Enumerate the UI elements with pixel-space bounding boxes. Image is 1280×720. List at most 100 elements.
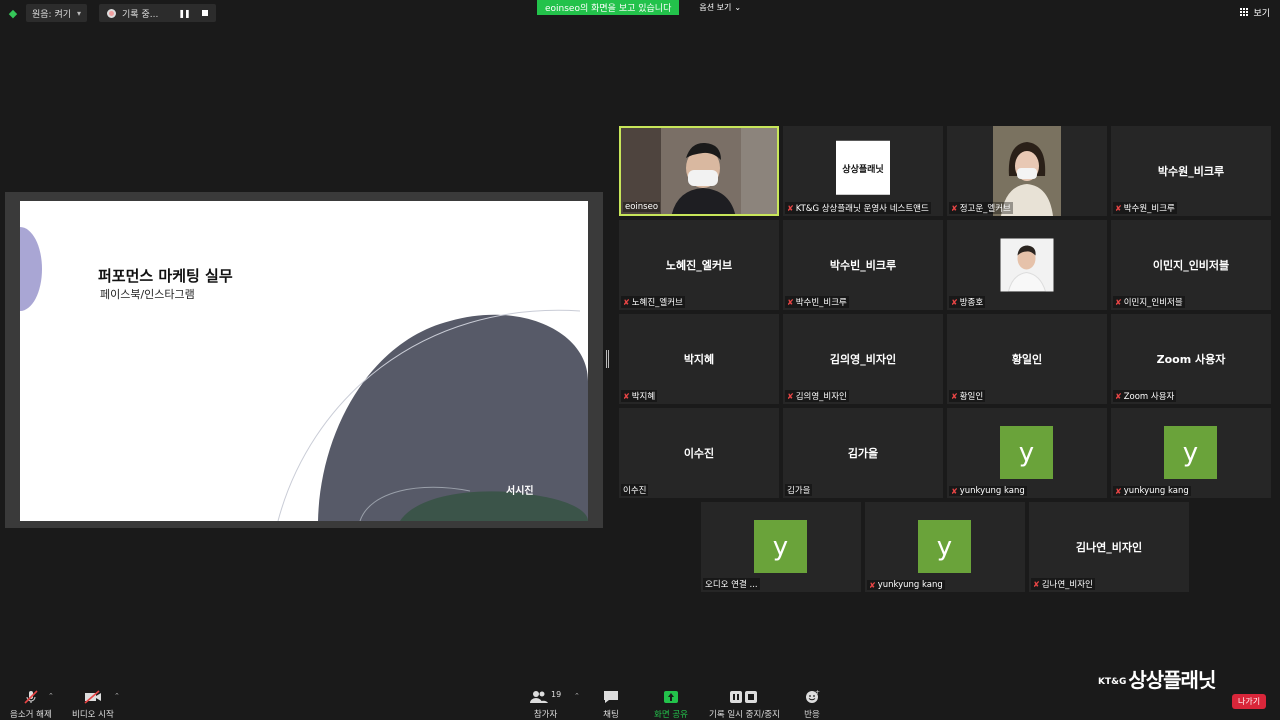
participant-name: yunkyung kang [959, 486, 1025, 496]
microphone-muted-icon: ✘ [787, 391, 794, 401]
reactions-button[interactable]: + 반응 [804, 688, 820, 720]
gallery-view-button[interactable]: 보기 [1240, 6, 1270, 19]
share-banner: eoinseo의 화면을 보고 있습니다 [537, 0, 680, 15]
slide-decoration [20, 227, 588, 521]
chat-button[interactable]: 채팅 [603, 688, 619, 720]
participant-tile[interactable]: 박지혜 ✘ 박지혜 [619, 314, 779, 404]
participant-tile[interactable]: 박수빈_비크루 ✘ 박수빈_비크루 [783, 220, 943, 310]
participant-tile[interactable]: ✘ 방종호 [947, 220, 1107, 310]
participant-tile[interactable]: y ✘ yunkyung kang [1111, 408, 1271, 498]
pause-icon[interactable]: ❚❚ [178, 9, 190, 18]
participant-display-name: 박수빈_비크루 [829, 259, 897, 272]
smiley-icon: + [804, 688, 820, 706]
participant-tile[interactable]: 이민지_인비저블 ✘ 이민지_인비저블 [1111, 220, 1271, 310]
stop-icon[interactable] [201, 10, 208, 16]
chevron-down-icon: ⌄ [734, 3, 742, 12]
gallery-view-label: 보기 [1253, 9, 1270, 19]
profile-photo [1000, 238, 1054, 292]
participant-tile[interactable]: 김가을 김가을 [783, 408, 943, 498]
participant-name: 박수원_비크루 [1123, 204, 1175, 214]
resize-handle[interactable] [606, 350, 609, 368]
original-audio-label: 원음: 켜기 [32, 9, 72, 20]
participant-display-name: 박수원_비크루 [1157, 165, 1225, 178]
participant-name: yunkyung kang [1123, 486, 1189, 496]
microphone-muted-icon: ✘ [787, 203, 794, 213]
video-off-icon [84, 688, 102, 706]
microphone-muted-icon [23, 688, 39, 706]
view-options-button[interactable]: 옵션 보기 ⌄ [689, 0, 752, 15]
participant-display-name: 노혜진_엘커브 [665, 259, 733, 272]
participant-tile[interactable]: y ✘ yunkyung kang [947, 408, 1107, 498]
participant-avatar: y [918, 520, 971, 573]
reactions-label: 반응 [804, 710, 820, 720]
presentation-slide: 퍼포먼스 마케팅 실무 페이스북/인스타그램 서시진 [20, 201, 588, 521]
participant-name: 오디오 연결 ... [705, 580, 758, 590]
participant-display-name: 황일인 [1011, 353, 1043, 366]
shared-screen: 퍼포먼스 마케팅 실무 페이스북/인스타그램 서시진 [5, 192, 603, 528]
participant-tile[interactable]: ✘ 정고운_엘커브 [947, 126, 1107, 216]
audio-options-caret[interactable]: ⌃ [48, 692, 54, 700]
participant-name: 김가을 [787, 486, 811, 496]
share-screen-icon [663, 688, 679, 706]
unmute-label: 음소거 해제 [10, 710, 52, 720]
participant-name-label: ✘ yunkyung kang [949, 486, 1027, 496]
participant-name: 이수진 [623, 486, 647, 496]
shield-icon[interactable]: ◆ [6, 6, 20, 20]
participant-name: Zoom 사용자 [1123, 392, 1175, 402]
view-options-label: 옵션 보기 [699, 3, 732, 12]
participant-tile[interactable]: y 오디오 연결 ... [701, 502, 861, 592]
participant-name-label: ✘ Zoom 사용자 [1113, 390, 1177, 402]
participant-name-label: ✘ 박지혜 [621, 390, 658, 402]
microphone-muted-icon: ✘ [1033, 579, 1040, 589]
participant-name-label: ✘ 노혜진_엘커브 [621, 296, 685, 308]
participant-tile[interactable]: 상상플래닛 ✘ KT&G 상상플래닛 운영사 네스트앤드 [783, 126, 943, 216]
participant-tile[interactable]: y ✘ yunkyung kang [865, 502, 1025, 592]
ktg-brand-logo: KT&G 상상플래닛 [1098, 664, 1216, 693]
microphone-muted-icon: ✘ [951, 297, 958, 307]
participant-name: eoinseo [625, 202, 659, 212]
slide-author: 서시진 [506, 486, 534, 497]
participant-tile[interactable]: 박수원_비크루 ✘ 박수원_비크루 [1111, 126, 1271, 216]
participant-name-label: ✘ 박수원_비크루 [1113, 202, 1177, 214]
pause-stop-icon [729, 688, 759, 706]
participant-tile[interactable]: Zoom 사용자 ✘ Zoom 사용자 [1111, 314, 1271, 404]
start-video-button[interactable]: 비디오 시작 [72, 688, 114, 720]
participant-tile[interactable]: 황일인 ✘ 황일인 [947, 314, 1107, 404]
participant-name-label: ✘ yunkyung kang [867, 580, 945, 590]
microphone-muted-icon: ✘ [951, 486, 958, 496]
participant-tile[interactable]: 김나연_비자인 ✘ 김나연_비자인 [1029, 502, 1189, 592]
participant-avatar: y [1164, 426, 1217, 479]
participant-tile[interactable]: 이수진 이수진 [619, 408, 779, 498]
share-screen-button[interactable]: 화면 공유 [654, 688, 688, 720]
microphone-muted-icon: ✘ [1115, 203, 1122, 213]
record-icon [107, 8, 117, 18]
microphone-muted-icon: ✘ [1115, 486, 1122, 496]
leave-button[interactable]: 나가기 [1232, 694, 1267, 709]
video-options-caret[interactable]: ⌃ [114, 692, 120, 700]
chat-label: 채팅 [603, 710, 619, 720]
original-audio-button[interactable]: 원음: 켜기 ▾ [26, 4, 88, 22]
chevron-down-icon[interactable]: ▾ [77, 9, 81, 18]
participant-name-label: ✘ 김나연_비자인 [1031, 578, 1095, 590]
unmute-button[interactable]: 음소거 해제 [10, 688, 52, 720]
participant-tile[interactable]: 김의영_비자인 ✘ 김의영_비자인 [783, 314, 943, 404]
participant-name-label: 오디오 연결 ... [703, 578, 760, 590]
participant-name-label: 김가을 [785, 484, 813, 496]
participant-display-name: Zoom 사용자 [1156, 353, 1226, 366]
participants-count: 19 [551, 689, 562, 699]
participant-name: 정고운_엘커브 [959, 204, 1011, 214]
microphone-muted-icon: ✘ [869, 580, 876, 590]
microphone-muted-icon: ✘ [623, 297, 630, 307]
participants-options-caret[interactable]: ⌃ [574, 692, 580, 700]
participants-button[interactable]: 19 참가자 [530, 688, 561, 720]
participant-display-name: 김가을 [847, 447, 879, 460]
pause-recording-button[interactable]: 기록 일시 중지/중지 [709, 688, 780, 720]
participant-tile[interactable]: 노혜진_엘커브 ✘ 노혜진_엘커브 [619, 220, 779, 310]
top-left-controls: ◆ 원음: 켜기 ▾ 기록 중... ❚❚ [6, 4, 216, 22]
participant-display-name: 박지혜 [683, 353, 715, 366]
participant-name: 노혜진_엘커브 [631, 298, 683, 308]
share-status-bar: eoinseo의 화면을 보고 있습니다 옵션 보기 ⌄ [537, 0, 752, 15]
participant-tile[interactable]: eoinseo [619, 126, 779, 216]
recording-label: 기록 중... [122, 9, 159, 20]
participant-name: 황일인 [959, 392, 984, 402]
